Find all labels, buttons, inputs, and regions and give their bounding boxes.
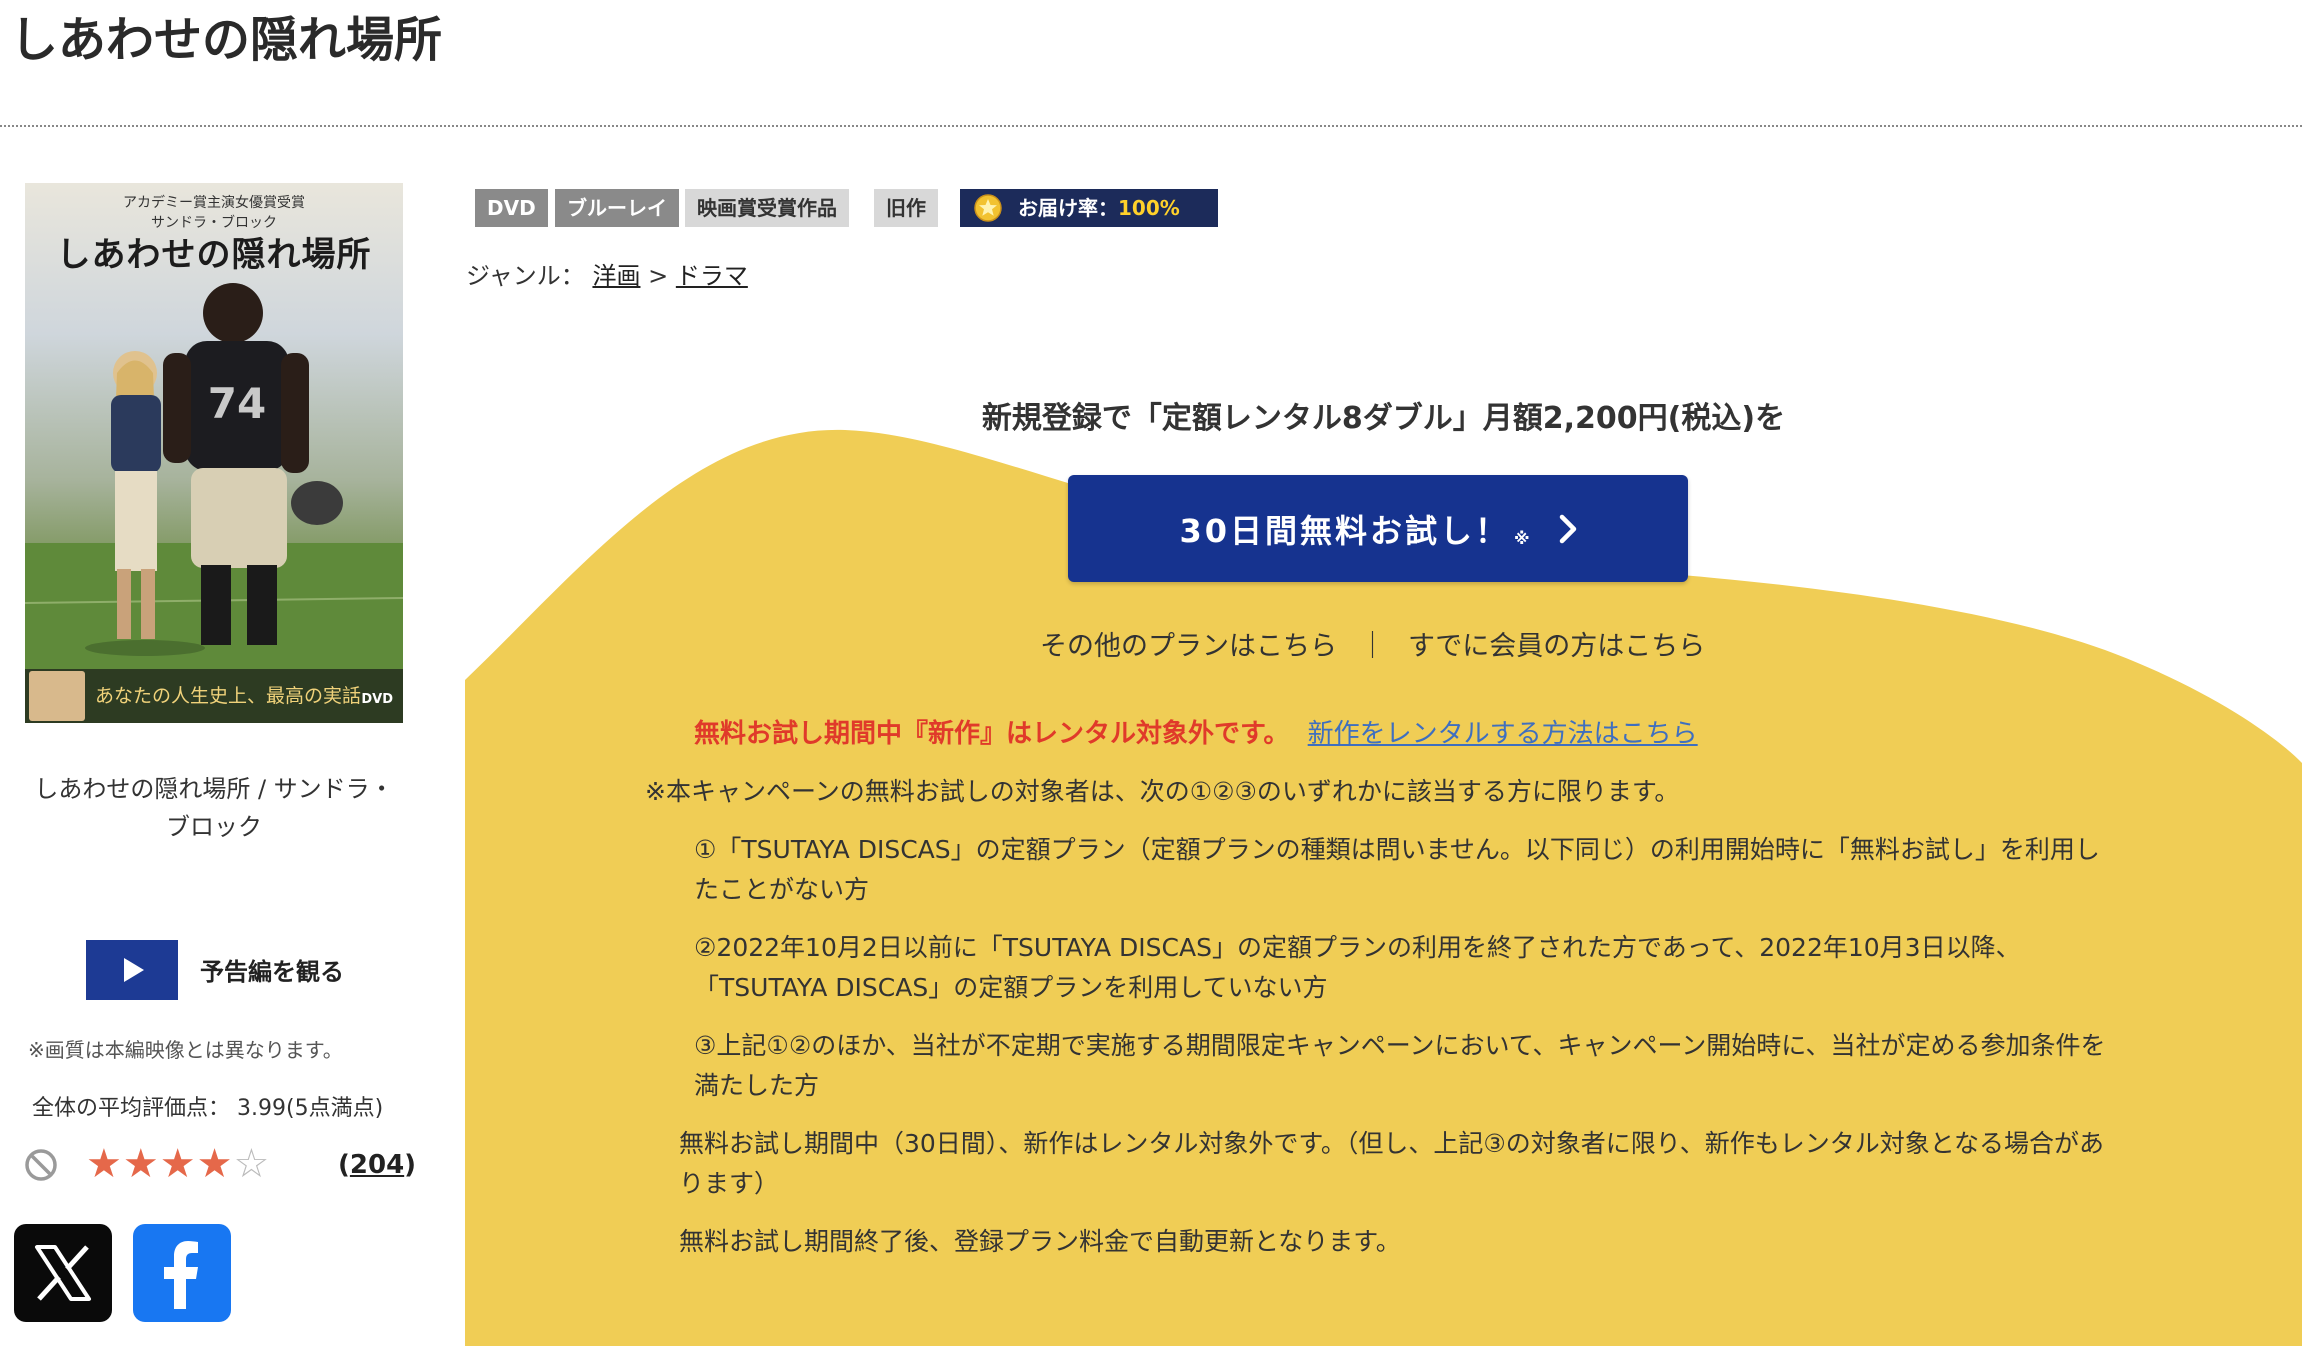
existing-member-link[interactable]: すでに会員の方はこちら — [1408, 631, 1705, 662]
page-title: しあわせの隠れ場所 — [10, 12, 443, 68]
x-logo-icon — [35, 1245, 91, 1301]
genre-link-drama[interactable]: ドラマ — [676, 262, 748, 290]
star-empty-icon: ☆ — [233, 1141, 271, 1187]
play-icon — [124, 958, 144, 982]
star-icon: ★ — [196, 1141, 234, 1187]
warning-text: 無料お試し期間中『新作』はレンタル対象外です。 — [694, 719, 1290, 749]
eligibility-condition-1: ①「TSUTAYA DISCAS」の定額プラン（定額プランの種類は問いません。以… — [694, 835, 2100, 904]
poster-top-line-1: アカデミー賞主演女優賞受賞 — [123, 195, 305, 211]
tag-delivery-rate: お届け率：100% — [960, 189, 1218, 227]
not-interested-icon[interactable] — [24, 1148, 58, 1182]
eligibility-condition-3: ③上記①②のほか、当社が不定期で実施する期間限定キャンペーンにおいて、キャンペー… — [694, 1031, 2106, 1100]
trial-period-note: 無料お試し期間中（30日間）、新作はレンタル対象外です。（但し、上記③の対象者に… — [679, 1129, 2104, 1198]
chevron-right-icon — [1559, 514, 1576, 543]
free-trial-button[interactable]: 30日間無料お試し！ ※ — [1068, 475, 1688, 582]
work-caption-line-1: しあわせの隠れ場所 / サンドラ・ — [34, 775, 394, 803]
new-release-warning: 無料お試し期間中『新作』はレンタル対象外です。 新作をレンタルする方法はこちら — [694, 713, 1698, 750]
other-plans-link[interactable]: その他のプランはこちら — [1040, 631, 1337, 662]
poster-dvd-logo: DVD — [361, 692, 393, 707]
trailer-play-button[interactable] — [86, 940, 178, 1000]
facebook-share-button[interactable] — [133, 1224, 231, 1322]
star-icon: ★ — [159, 1141, 197, 1187]
tag-award-winner: 映画賞受賞作品 — [685, 189, 849, 227]
plan-links: その他のプランはこちら ｜ すでに会員の方はこちら — [1040, 624, 1705, 663]
star-icon: ★ — [122, 1141, 160, 1187]
genre-label: ジャンル： — [466, 262, 585, 290]
title-divider — [0, 125, 2302, 127]
auto-renewal-note: 無料お試し期間終了後、登録プラン料金で自動更新となります。 — [679, 1227, 1401, 1256]
free-trial-note-mark: ※ — [1513, 529, 1533, 548]
average-rating-value: 3.99(5点満点) — [237, 1096, 384, 1121]
genre-breadcrumb: ジャンル： 洋画 > ドラマ — [466, 256, 748, 291]
delivery-label: お届け率： — [1018, 196, 1118, 220]
tag-dvd: DVD — [475, 189, 548, 227]
average-rating-label: 全体の平均評価点： — [32, 1096, 231, 1121]
poster-title: しあわせの隠れ場所 — [56, 235, 372, 275]
review-count: (204) — [338, 1150, 417, 1180]
poster-actress-photo — [29, 671, 85, 721]
movie-poster[interactable]: 74 アカデミー賞主演女優賞受賞 サンドラ・ブロック しあわせの隠れ場所 あなた… — [25, 183, 403, 723]
work-caption-line-2: ブロック — [166, 813, 262, 841]
medal-icon — [974, 194, 1002, 222]
genre-link-western[interactable]: 洋画 — [592, 262, 640, 290]
star-rating[interactable]: ★★★★☆ — [86, 1142, 270, 1186]
trailer-label[interactable]: 予告編を観る — [200, 952, 344, 987]
delivery-rate: 100% — [1118, 196, 1180, 220]
work-title-caption: しあわせの隠れ場所 / サンドラ・ ブロック — [25, 770, 403, 846]
tag-old-release: 旧作 — [874, 189, 938, 227]
genre-separator: > — [648, 262, 669, 290]
campaign-headline: 新規登録で「定額レンタル8ダブル」月額2,200円(税込)を — [981, 401, 1786, 436]
eligibility-condition-2: ②2022年10月2日以前に「TSUTAYA DISCAS」の定額プランの利用を… — [694, 933, 2021, 1002]
poster-jersey-number: 74 — [208, 379, 266, 428]
x-share-button[interactable] — [14, 1224, 112, 1322]
review-count-link[interactable]: 204 — [350, 1150, 404, 1180]
link-separator: ｜ — [1359, 631, 1386, 662]
facebook-logo-icon — [164, 1241, 198, 1309]
howto-new-release-link[interactable]: 新作をレンタルする方法はこちら — [1308, 719, 1698, 749]
average-rating: 全体の平均評価点： 3.99(5点満点) — [32, 1090, 383, 1122]
free-trial-label: 30日間無料お試し！ — [1179, 511, 1510, 550]
eligibility-intro: ※本キャンペーンの無料お試しの対象者は、次の①②③のいずれかに該当する方に限りま… — [645, 777, 1680, 806]
star-icon: ★ — [86, 1141, 123, 1187]
image-quality-note: ※画質は本編映像とは異なります。 — [28, 1038, 343, 1062]
tag-bluray: ブルーレイ — [555, 189, 679, 227]
